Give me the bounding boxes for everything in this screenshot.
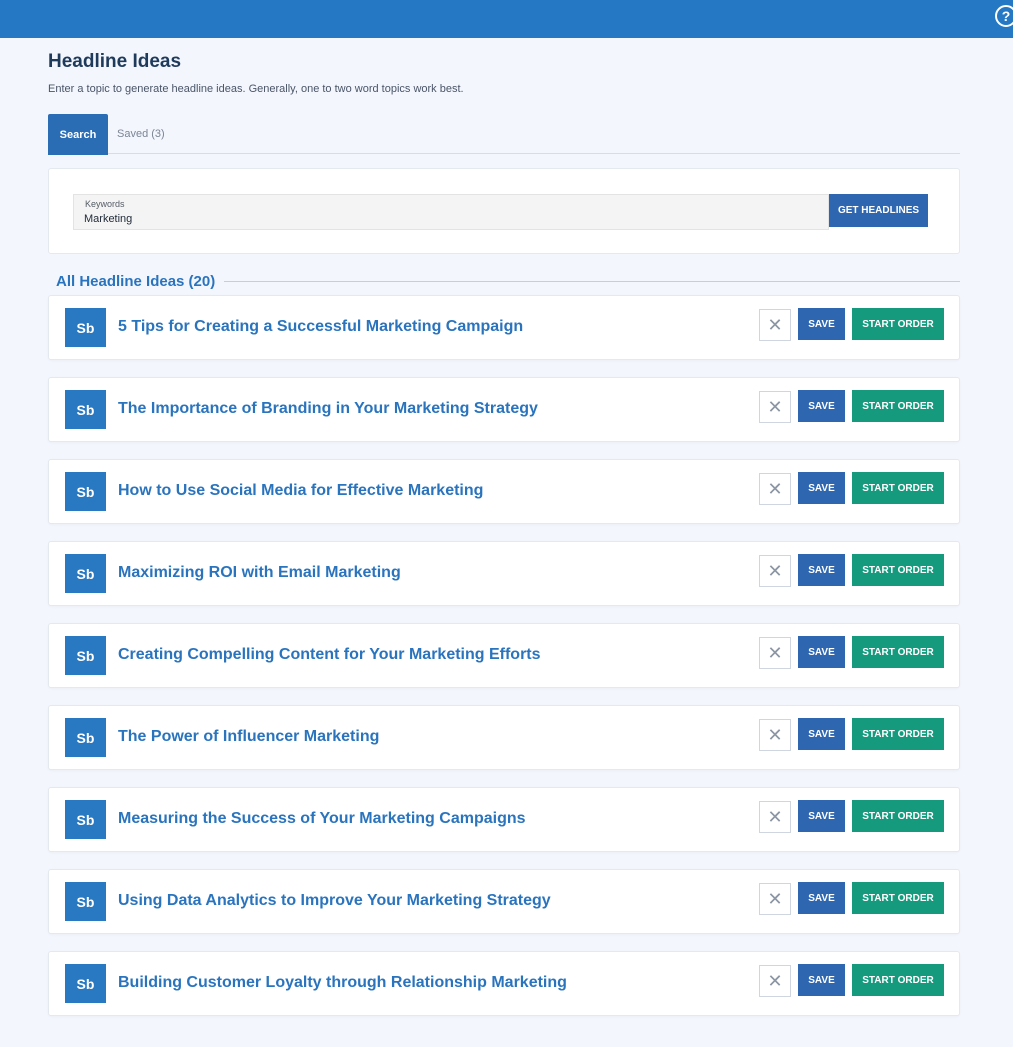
sb-badge: Sb bbox=[65, 554, 106, 593]
page-title: Headline Ideas bbox=[48, 51, 182, 72]
headline-title[interactable]: The Importance of Branding in Your Marke… bbox=[118, 400, 538, 418]
close-icon[interactable]: ✕ bbox=[759, 965, 791, 997]
headline-title[interactable]: How to Use Social Media for Effective Ma… bbox=[118, 482, 483, 500]
headline-title[interactable]: 5 Tips for Creating a Successful Marketi… bbox=[118, 318, 523, 336]
headline-title[interactable]: Measuring the Success of Your Marketing … bbox=[118, 810, 526, 828]
start-order-button[interactable]: START ORDER bbox=[852, 718, 944, 750]
start-order-button[interactable]: START ORDER bbox=[852, 964, 944, 996]
sb-badge: Sb bbox=[65, 472, 106, 511]
close-icon[interactable]: ✕ bbox=[759, 719, 791, 751]
get-headlines-button[interactable]: GET HEADLINES bbox=[829, 194, 928, 227]
sb-badge: Sb bbox=[65, 718, 106, 757]
sb-badge: Sb bbox=[65, 882, 106, 921]
headline-title[interactable]: The Power of Influencer Marketing bbox=[118, 728, 379, 746]
start-order-button[interactable]: START ORDER bbox=[852, 636, 944, 668]
headline-title[interactable]: Building Customer Loyalty through Relati… bbox=[118, 974, 567, 992]
top-bar: ? bbox=[0, 0, 1013, 38]
headline-row: Sb Creating Compelling Content for Your … bbox=[48, 623, 960, 688]
close-icon[interactable]: ✕ bbox=[759, 391, 791, 423]
results-header: All Headline Ideas (20) bbox=[48, 271, 960, 291]
save-button[interactable]: SAVE bbox=[798, 308, 845, 340]
start-order-button[interactable]: START ORDER bbox=[852, 390, 944, 422]
save-button[interactable]: SAVE bbox=[798, 472, 845, 504]
help-icon[interactable]: ? bbox=[995, 5, 1013, 27]
save-button[interactable]: SAVE bbox=[798, 964, 845, 996]
headline-title[interactable]: Maximizing ROI with Email Marketing bbox=[118, 564, 401, 582]
headline-row: Sb The Power of Influencer Marketing ✕ S… bbox=[48, 705, 960, 770]
save-button[interactable]: SAVE bbox=[798, 800, 845, 832]
results-divider bbox=[224, 280, 960, 282]
headline-row: Sb Building Customer Loyalty through Rel… bbox=[48, 951, 960, 1016]
search-card: Keywords GET HEADLINES bbox=[48, 168, 960, 254]
tab-bar: Search Saved (3) bbox=[48, 114, 960, 155]
tab-search[interactable]: Search bbox=[48, 114, 108, 155]
page-subtitle: Enter a topic to generate headline ideas… bbox=[48, 83, 464, 95]
sb-badge: Sb bbox=[65, 636, 106, 675]
save-button[interactable]: SAVE bbox=[798, 554, 845, 586]
close-icon[interactable]: ✕ bbox=[759, 801, 791, 833]
save-button[interactable]: SAVE bbox=[798, 718, 845, 750]
save-button[interactable]: SAVE bbox=[798, 636, 845, 668]
headline-row: Sb Using Data Analytics to Improve Your … bbox=[48, 869, 960, 934]
start-order-button[interactable]: START ORDER bbox=[852, 308, 944, 340]
headline-row: Sb 5 Tips for Creating a Successful Mark… bbox=[48, 295, 960, 360]
close-icon[interactable]: ✕ bbox=[759, 555, 791, 587]
start-order-button[interactable]: START ORDER bbox=[852, 554, 944, 586]
keywords-field[interactable]: Keywords bbox=[73, 194, 829, 230]
headline-list: Sb 5 Tips for Creating a Successful Mark… bbox=[48, 295, 960, 1016]
main-content: Headline Ideas Enter a topic to generate… bbox=[48, 38, 960, 1033]
sb-badge: Sb bbox=[65, 390, 106, 429]
keywords-label: Keywords bbox=[85, 199, 125, 209]
close-icon[interactable]: ✕ bbox=[759, 883, 791, 915]
headline-title[interactable]: Using Data Analytics to Improve Your Mar… bbox=[118, 892, 551, 910]
start-order-button[interactable]: START ORDER bbox=[852, 882, 944, 914]
sb-badge: Sb bbox=[65, 964, 106, 1003]
start-order-button[interactable]: START ORDER bbox=[852, 472, 944, 504]
results-heading: All Headline Ideas (20) bbox=[56, 272, 216, 290]
headline-row: Sb The Importance of Branding in Your Ma… bbox=[48, 377, 960, 442]
start-order-button[interactable]: START ORDER bbox=[852, 800, 944, 832]
close-icon[interactable]: ✕ bbox=[759, 473, 791, 505]
headline-row: Sb Measuring the Success of Your Marketi… bbox=[48, 787, 960, 852]
headline-row: Sb How to Use Social Media for Effective… bbox=[48, 459, 960, 524]
close-icon[interactable]: ✕ bbox=[759, 637, 791, 669]
tab-saved[interactable]: Saved (3) bbox=[108, 114, 165, 153]
save-button[interactable]: SAVE bbox=[798, 882, 845, 914]
headline-title[interactable]: Creating Compelling Content for Your Mar… bbox=[118, 646, 541, 664]
save-button[interactable]: SAVE bbox=[798, 390, 845, 422]
headline-row: Sb Maximizing ROI with Email Marketing ✕… bbox=[48, 541, 960, 606]
keywords-input[interactable] bbox=[84, 211, 784, 227]
close-icon[interactable]: ✕ bbox=[759, 309, 791, 341]
sb-badge: Sb bbox=[65, 308, 106, 347]
sb-badge: Sb bbox=[65, 800, 106, 839]
